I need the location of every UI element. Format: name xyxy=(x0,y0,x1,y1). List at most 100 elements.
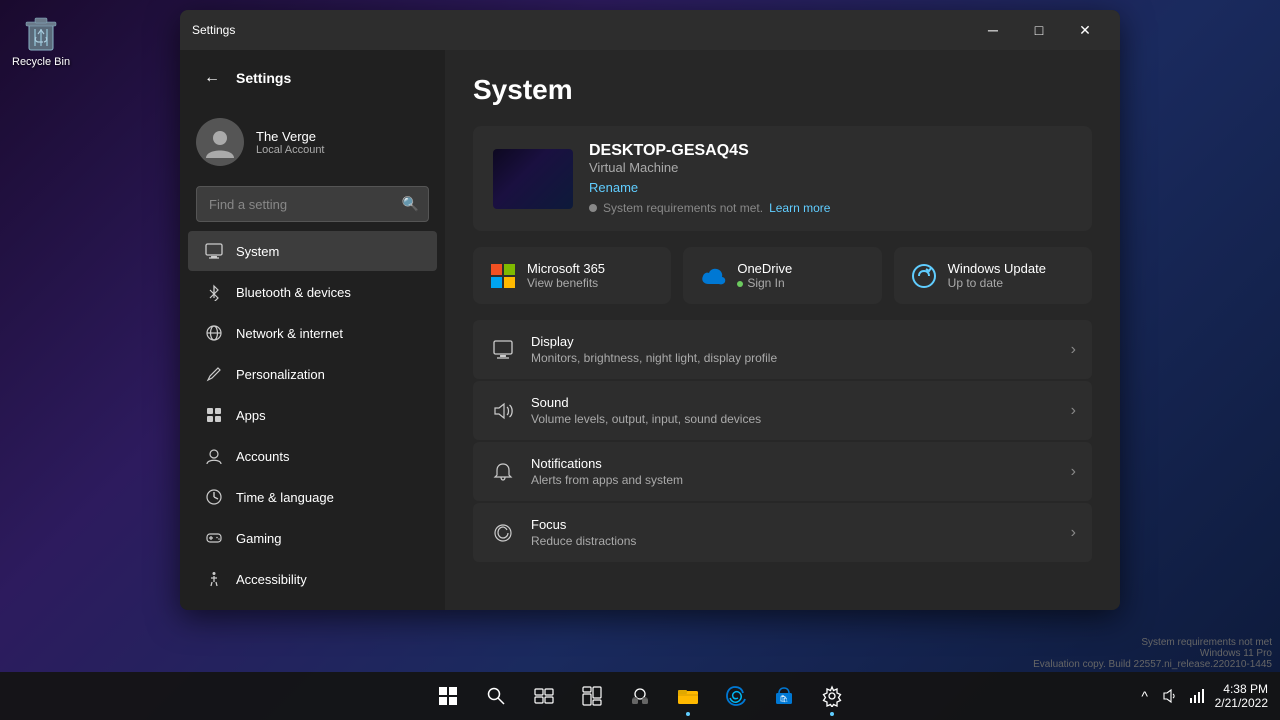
service-info-microsoft365: Microsoft 365 View benefits xyxy=(527,261,605,290)
accounts-icon xyxy=(204,446,224,466)
edge-button[interactable] xyxy=(714,674,758,718)
settings-item-text-notifications: Notifications Alerts from apps and syste… xyxy=(531,456,1057,487)
sound-icon xyxy=(489,397,517,425)
settings-item-text-sound: Sound Volume levels, output, input, soun… xyxy=(531,395,1057,426)
tray-expand-icon[interactable]: ^ xyxy=(1133,684,1157,708)
tray-clock[interactable]: 4:38 PM 2/21/2022 xyxy=(1215,682,1268,710)
service-card-microsoft365[interactable]: Microsoft 365 View benefits xyxy=(473,247,671,304)
device-type: Virtual Machine xyxy=(589,160,1072,175)
sidebar-title: Settings xyxy=(236,70,291,86)
service-card-onedrive[interactable]: OneDrive Sign In xyxy=(683,247,881,304)
settings-item-title-notifications: Notifications xyxy=(531,456,1057,471)
device-info: DESKTOP-GESAQ4S Virtual Machine Rename S… xyxy=(589,142,1072,215)
sidebar-item-label-accessibility: Accessibility xyxy=(236,572,307,587)
tray-speaker-icon[interactable] xyxy=(1159,684,1183,708)
warning-text: System requirements not met. xyxy=(603,201,763,215)
service-info-windows-update: Windows Update Up to date xyxy=(948,261,1046,290)
settings-list: Display Monitors, brightness, night ligh… xyxy=(473,320,1092,562)
service-name-windows-update: Windows Update xyxy=(948,261,1046,276)
recycle-bin-label: Recycle Bin xyxy=(12,56,70,68)
service-name-microsoft365: Microsoft 365 xyxy=(527,261,605,276)
sidebar-item-network[interactable]: Network & internet xyxy=(188,313,437,353)
sidebar-item-bluetooth[interactable]: Bluetooth & devices xyxy=(188,272,437,312)
start-button[interactable] xyxy=(426,674,470,718)
focus-icon xyxy=(489,519,517,547)
microsoft365-icon xyxy=(489,262,517,290)
window-title: Settings xyxy=(192,23,962,37)
search-icon: 🔍 xyxy=(402,196,419,213)
tray-network-icon[interactable] xyxy=(1185,684,1209,708)
sidebar: ← Settings The Verge Local Account xyxy=(180,50,445,610)
recycle-bin-icon[interactable]: Recycle Bin xyxy=(8,8,74,72)
accessibility-icon xyxy=(204,569,224,589)
store-button[interactable]: 🛍 xyxy=(762,674,806,718)
chat-button[interactable] xyxy=(618,674,662,718)
status-line3: Evaluation copy. Build 22557.ni_release.… xyxy=(1033,659,1272,670)
sidebar-item-accessibility[interactable]: Accessibility xyxy=(188,559,437,599)
tray-date: 2/21/2022 xyxy=(1215,696,1268,710)
settings-item-text-display: Display Monitors, brightness, night ligh… xyxy=(531,334,1057,365)
sidebar-item-apps[interactable]: Apps xyxy=(188,395,437,435)
status-line1: System requirements not met xyxy=(1033,637,1272,648)
user-info: The Verge Local Account xyxy=(256,129,325,156)
status-line2: Windows 11 Pro xyxy=(1033,648,1272,659)
sidebar-item-system[interactable]: System xyxy=(188,231,437,271)
settings-item-sound[interactable]: Sound Volume levels, output, input, soun… xyxy=(473,381,1092,440)
warning-dot xyxy=(589,204,597,212)
close-button[interactable]: ✕ xyxy=(1062,15,1108,45)
settings-item-text-focus: Focus Reduce distractions xyxy=(531,517,1057,548)
service-status-windows-update: Up to date xyxy=(948,276,1046,290)
device-name: DESKTOP-GESAQ4S xyxy=(589,142,1072,160)
service-cards: Microsoft 365 View benefits OneDrive Sig… xyxy=(473,247,1092,304)
desktop: Recycle Bin Settings ─ □ ✕ ← Settings xyxy=(0,0,1280,720)
maximize-button[interactable]: □ xyxy=(1016,15,1062,45)
taskview-button[interactable] xyxy=(522,674,566,718)
settings-item-desc-display: Monitors, brightness, night light, displ… xyxy=(531,351,1057,365)
taskbar-center: 🛍 xyxy=(426,674,854,718)
rename-link[interactable]: Rename xyxy=(589,180,638,195)
main-content: System DESKTOP-GESAQ4S Virtual Machine R… xyxy=(445,50,1120,610)
system-icon xyxy=(204,241,224,261)
sidebar-item-label-time: Time & language xyxy=(236,490,334,505)
sidebar-item-personalization[interactable]: Personalization xyxy=(188,354,437,394)
apps-icon xyxy=(204,405,224,425)
taskbar-search-button[interactable] xyxy=(474,674,518,718)
device-warning: System requirements not met. Learn more xyxy=(589,201,1072,215)
sidebar-item-gaming[interactable]: Gaming xyxy=(188,518,437,558)
system-tray: ^ 4:38 PM 2/21/2022 xyxy=(1133,682,1268,710)
tray-icons: ^ xyxy=(1133,684,1209,708)
back-button[interactable]: ← xyxy=(196,62,228,94)
sidebar-item-label-apps: Apps xyxy=(236,408,266,423)
personalization-icon xyxy=(204,364,224,384)
learn-more-link[interactable]: Learn more xyxy=(769,201,830,215)
sidebar-header: ← Settings xyxy=(180,50,445,106)
page-title: System xyxy=(473,74,1092,106)
file-explorer-button[interactable] xyxy=(666,674,710,718)
sidebar-item-accounts[interactable]: Accounts xyxy=(188,436,437,476)
settings-item-notifications[interactable]: Notifications Alerts from apps and syste… xyxy=(473,442,1092,501)
display-arrow-icon: › xyxy=(1071,341,1076,359)
bluetooth-icon xyxy=(204,282,224,302)
service-status-onedrive: Sign In xyxy=(737,276,792,290)
settings-item-title-focus: Focus xyxy=(531,517,1057,532)
settings-item-display[interactable]: Display Monitors, brightness, night ligh… xyxy=(473,320,1092,379)
settings-item-title-sound: Sound xyxy=(531,395,1057,410)
settings-item-focus[interactable]: Focus Reduce distractions › xyxy=(473,503,1092,562)
search-input[interactable] xyxy=(196,186,429,222)
sidebar-item-time[interactable]: Time & language xyxy=(188,477,437,517)
widgets-button[interactable] xyxy=(570,674,614,718)
title-bar: Settings ─ □ ✕ xyxy=(180,10,1120,50)
sidebar-item-label-network: Network & internet xyxy=(236,326,343,341)
service-card-windows-update[interactable]: Windows Update Up to date xyxy=(894,247,1092,304)
device-card: DESKTOP-GESAQ4S Virtual Machine Rename S… xyxy=(473,126,1092,231)
user-profile[interactable]: The Verge Local Account xyxy=(180,106,445,178)
sidebar-item-label-accounts: Accounts xyxy=(236,449,289,464)
taskbar-settings-button[interactable] xyxy=(810,674,854,718)
gaming-icon xyxy=(204,528,224,548)
network-icon xyxy=(204,323,224,343)
avatar xyxy=(196,118,244,166)
settings-item-title-display: Display xyxy=(531,334,1057,349)
windows-update-icon xyxy=(910,262,938,290)
tray-time: 4:38 PM xyxy=(1215,682,1268,696)
minimize-button[interactable]: ─ xyxy=(970,15,1016,45)
